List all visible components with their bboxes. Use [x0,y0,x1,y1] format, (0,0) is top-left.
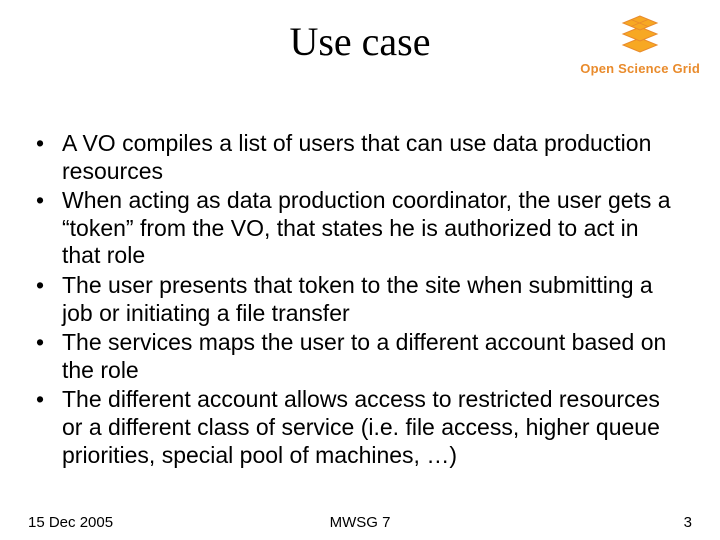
list-item: When acting as data production coordinat… [28,187,680,270]
list-item: The user presents that token to the site… [28,272,680,327]
osg-logo: Open Science Grid [580,14,700,76]
footer-page-number: 3 [684,514,692,531]
slide: Use case Open Science Grid A VO compiles… [0,0,720,540]
list-item: A VO compiles a list of users that can u… [28,130,680,185]
logo-text: Open Science Grid [580,61,700,76]
list-item: The services maps the user to a differen… [28,329,680,384]
list-item: The different account allows access to r… [28,386,680,469]
footer-center: MWSG 7 [0,514,720,531]
stacked-grids-icon [617,41,663,58]
bullet-list: A VO compiles a list of users that can u… [28,130,680,471]
